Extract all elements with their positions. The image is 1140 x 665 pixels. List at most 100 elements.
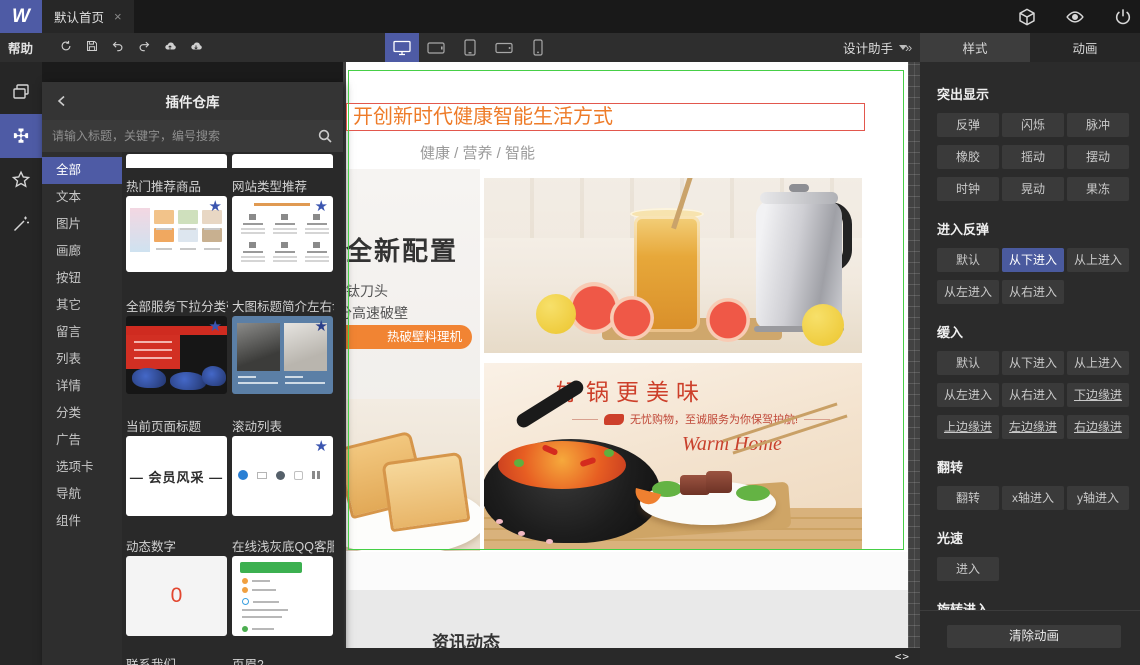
sidebar-pages-button[interactable] <box>0 70 42 114</box>
hero-title-element[interactable]: 开创新时代健康智能生活方式 <box>346 103 865 131</box>
easein-from-left[interactable]: 从左进入 <box>937 383 999 407</box>
plugin-thumb-big-image-switch[interactable]: ★ <box>232 316 333 394</box>
back-chevron-icon[interactable] <box>42 82 82 120</box>
plugin-thumb-partial[interactable] <box>232 154 333 168</box>
plugin-thumb-site-types[interactable]: ★ <box>232 196 333 272</box>
banner-pill-button[interactable]: 热破壁料理机 <box>346 325 472 349</box>
banner-line1: 钛刀头 <box>346 283 388 299</box>
anim-pulse[interactable]: 脉冲 <box>1067 113 1129 137</box>
category-all[interactable]: 全部 <box>42 157 122 184</box>
sidebar-plugins-button[interactable] <box>0 114 42 158</box>
magic-wand-icon <box>11 214 31 234</box>
easein-default[interactable]: 默认 <box>937 351 999 375</box>
easein-top-edge[interactable]: 上边缘进 <box>937 415 999 439</box>
favorite-star-icon[interactable]: ★ <box>315 319 328 334</box>
category-nav[interactable]: 导航 <box>42 481 122 508</box>
plugin-thumb-hot-products[interactable]: ★ <box>126 196 227 272</box>
plugin-search-input[interactable] <box>42 120 317 152</box>
juice-kettle-photo[interactable] <box>484 178 862 353</box>
anim-tada[interactable]: 时钟 <box>937 177 999 201</box>
design-canvas[interactable]: 开创新时代健康智能生活方式 健康 / 营养 / 智能 全新配置 钛刀头 分高速破… <box>343 62 908 648</box>
anim-jello[interactable]: 果冻 <box>1067 177 1129 201</box>
save-icon[interactable] <box>84 40 100 56</box>
category-tabs[interactable]: 选项卡 <box>42 454 122 481</box>
plugin-thumb-dropdown-nav[interactable]: ★ <box>126 316 227 394</box>
anim-rubber[interactable]: 橡胶 <box>937 145 999 169</box>
category-button[interactable]: 按钮 <box>42 265 122 292</box>
device-desktop-icon[interactable] <box>385 33 419 62</box>
app-logo[interactable]: W <box>0 0 42 33</box>
flip-y-axis[interactable]: y轴进入 <box>1067 486 1129 510</box>
favorite-star-icon[interactable]: ★ <box>315 199 328 214</box>
tab-close-icon[interactable]: × <box>114 9 122 24</box>
anim-shake[interactable]: 摇动 <box>1002 145 1064 169</box>
device-phone-portrait-icon[interactable] <box>521 33 555 62</box>
sidebar-wand-button[interactable] <box>0 202 42 246</box>
design-assistant-dropdown[interactable]: 设计助手 <box>843 33 908 62</box>
plugin-thumb-partial[interactable] <box>126 154 227 168</box>
hero-subtitle[interactable]: 健康 / 营养 / 智能 <box>420 142 535 163</box>
components-cube-icon[interactable] <box>1018 8 1036 26</box>
category-widget[interactable]: 组件 <box>42 508 122 535</box>
flip-flip[interactable]: 翻转 <box>937 486 999 510</box>
easein-from-bottom[interactable]: 从下进入 <box>1002 351 1064 375</box>
preview-eye-icon[interactable] <box>1066 8 1084 26</box>
device-phone-landscape-icon[interactable] <box>487 33 521 62</box>
blender-banner[interactable]: 全新配置 钛刀头 分高速破壁 热破壁料理机 <box>346 169 480 551</box>
bouncein-from-left[interactable]: 从左进入 <box>937 280 999 304</box>
device-tablet-portrait-icon[interactable] <box>453 33 487 62</box>
news-section[interactable]: 资讯动态 <box>346 590 908 648</box>
help-button[interactable]: 帮助 <box>8 33 33 62</box>
category-classify[interactable]: 分类 <box>42 400 122 427</box>
redo-icon[interactable] <box>136 40 152 56</box>
bouncein-from-right[interactable]: 从右进入 <box>1002 280 1064 304</box>
undo-icon[interactable] <box>110 40 126 56</box>
category-message[interactable]: 留言 <box>42 319 122 346</box>
easein-from-right[interactable]: 从右进入 <box>1002 383 1064 407</box>
favorite-star-icon[interactable]: ★ <box>315 439 328 454</box>
clear-animation-button[interactable]: 清除动画 <box>947 625 1121 648</box>
easein-from-top[interactable]: 从上进入 <box>1067 351 1129 375</box>
plugin-thumb-dynamic-number[interactable]: 0 <box>126 556 227 636</box>
category-list[interactable]: 列表 <box>42 346 122 373</box>
search-icon[interactable] <box>317 128 333 144</box>
plugin-thumb-qq-service[interactable] <box>232 556 333 636</box>
category-other[interactable]: 其它 <box>42 292 122 319</box>
easein-left-edge[interactable]: 左边缘进 <box>1002 415 1064 439</box>
code-view-icon[interactable]: <> <box>895 650 910 663</box>
canvas-scrollbar[interactable] <box>908 62 920 648</box>
toolbar-more-button[interactable]: » <box>905 33 912 62</box>
anim-flash[interactable]: 闪烁 <box>1002 113 1064 137</box>
lightspeed-in[interactable]: 进入 <box>937 557 999 581</box>
page-tab[interactable]: 默认首页 × <box>42 0 134 33</box>
sidebar-favorites-button[interactable] <box>0 158 42 202</box>
category-detail[interactable]: 详情 <box>42 373 122 400</box>
plugin-item-grid: 热门推荐商品 网站类型推荐 ★ ★ 全部服务下拉分类 大图标题简介左右 ★ ★ … <box>122 152 343 665</box>
favorite-star-icon[interactable]: ★ <box>209 199 222 214</box>
wok-banner[interactable]: 好锅更美味 无忧购物，至诚服务为你保驾护航! Warm Home <box>484 363 862 550</box>
device-tablet-landscape-icon[interactable] <box>419 33 453 62</box>
easein-right-edge[interactable]: 右边缘进 <box>1067 415 1129 439</box>
category-gallery[interactable]: 画廊 <box>42 238 122 265</box>
flip-x-axis[interactable]: x轴进入 <box>1002 486 1064 510</box>
favorite-star-icon[interactable]: ★ <box>209 319 222 334</box>
bouncein-from-bottom[interactable]: 从下进入 <box>1002 248 1064 272</box>
bouncein-default[interactable]: 默认 <box>937 248 999 272</box>
tab-style[interactable]: 样式 <box>920 33 1030 62</box>
anim-swing[interactable]: 摆动 <box>1067 145 1129 169</box>
cloud-download-icon[interactable] <box>188 40 204 56</box>
bouncein-from-top[interactable]: 从上进入 <box>1067 248 1129 272</box>
anim-wobble[interactable]: 晃动 <box>1002 177 1064 201</box>
anim-bounce[interactable]: 反弹 <box>937 113 999 137</box>
website-builder-app: W 默认首页 × 帮助 设计助手 » 样式 动画 开创新时代健康智能生活方式 健… <box>0 0 1140 665</box>
easein-bottom-edge[interactable]: 下边缘进 <box>1067 383 1129 407</box>
power-exit-icon[interactable] <box>1114 8 1132 26</box>
plugin-thumb-page-title[interactable]: — 会员风采 — <box>126 436 227 516</box>
category-image[interactable]: 图片 <box>42 211 122 238</box>
cloud-upload-icon[interactable] <box>162 40 178 56</box>
refresh-icon[interactable] <box>58 40 74 56</box>
tab-animation[interactable]: 动画 <box>1030 33 1140 62</box>
category-ad[interactable]: 广告 <box>42 427 122 454</box>
plugin-thumb-scroll-list[interactable]: ★ <box>232 436 333 516</box>
category-text[interactable]: 文本 <box>42 184 122 211</box>
